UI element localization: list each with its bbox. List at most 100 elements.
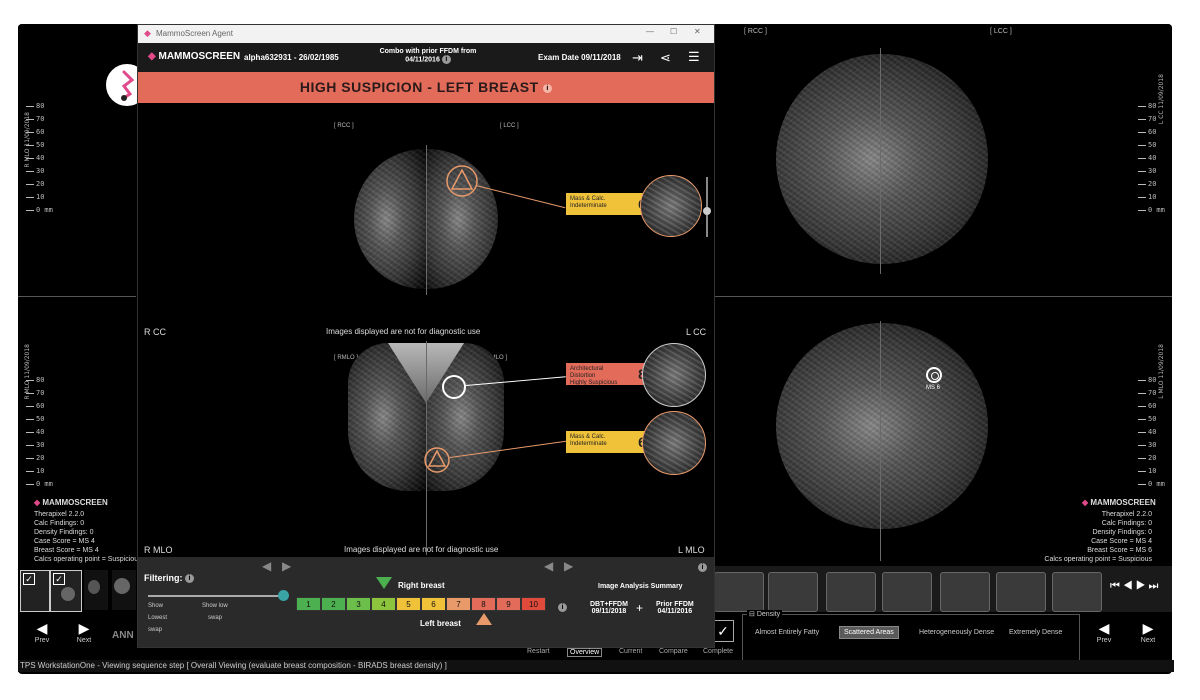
ruler-tick [26,406,34,407]
maximize-button[interactable]: ☐ [670,27,677,36]
ruler-tick [1138,419,1146,420]
thumbnail-2[interactable]: ✓ [50,570,82,612]
ruler-tick [1138,158,1146,159]
ruler-label: 10 [36,467,45,475]
agent-bottom-panel: ◀ ▶ ◀ ▶ i Filtering: i Show Show low Low… [138,557,714,647]
tab-restart[interactable]: Restart [527,648,550,655]
right-breast-label: Right breast [398,581,445,590]
ruler-label: 60 [1148,402,1157,410]
thumbnail-2-check-icon[interactable]: ✓ [53,573,65,585]
prev-arrow-icon: ◀ [1098,620,1110,636]
playback-controls[interactable]: ⏮◀▶⏭ [1110,580,1161,593]
ruler-label: 80 [36,102,45,110]
zoom-slider[interactable] [703,177,711,237]
ruler-label: 80 [1148,376,1157,384]
tab-complete[interactable]: Complete [703,648,733,655]
ruler-tick [1138,197,1146,198]
hanging-protocol-5[interactable] [940,572,990,612]
hanging-protocol-3[interactable] [826,572,876,612]
ruler-label: 0 mm [1148,206,1165,214]
ruler-tick [1138,106,1146,107]
complete-check-icon[interactable]: ✓ [712,620,734,642]
ruler-label: 10 [1148,193,1157,201]
ruler-tick [1138,458,1146,459]
ruler-label: 0 mm [1148,480,1165,488]
cc-prev-arrow-icon[interactable]: ◀ [262,559,271,573]
ruler-tick [1138,380,1146,381]
hanging-protocol-2[interactable] [768,572,818,612]
ruler-label: 70 [1148,115,1157,123]
scale-cell-2: 2 [321,597,346,611]
mlo-next-arrow-icon[interactable]: ▶ [564,559,573,573]
combo-info-icon[interactable]: i [441,55,451,64]
minimize-button[interactable]: — [646,27,654,36]
cc-next-arrow-icon[interactable]: ▶ [282,559,291,573]
agent-logo: ◆ MAMMOSCREEN [148,51,241,62]
density-option-extremely[interactable]: Extremely Dense [1009,629,1062,636]
share-icon[interactable]: ⋖ [660,50,671,66]
ruler-tick [26,171,34,172]
mlo-finding-marker-1[interactable] [442,375,466,399]
density-option-fatty[interactable]: Almost Entirely Fatty [755,629,819,636]
density-option-heterogeneous[interactable]: Heterogeneously Dense [919,629,994,636]
mlo-finding-marker-2[interactable] [422,445,452,475]
ruler-label: 10 [1148,467,1157,475]
left-breast-label: Left breast [420,619,461,628]
ruler-tick [26,432,34,433]
ms6-marker[interactable] [926,367,942,383]
panel-info-icon[interactable]: i [698,559,707,577]
right-top-viewport[interactable]: [ RCC ] [ LCC ] [714,24,1172,294]
scale-cell-6: 6 [421,597,446,611]
tab-current[interactable]: Current [619,648,642,655]
menu-icon[interactable]: ☰ [688,49,700,65]
density-option-scattered[interactable]: Scattered Areas [839,626,899,639]
ruler-tick [1138,145,1146,146]
ann-label: ANN [112,630,134,641]
filter-slider-handle[interactable] [278,590,289,601]
hanging-protocol-6[interactable] [996,572,1046,612]
right-next-button[interactable]: ▶ Next [1136,620,1160,654]
ruler-label: 70 [36,389,45,397]
thumbnail-1[interactable]: ✓ [20,570,50,612]
tab-compare[interactable]: Compare [659,648,688,655]
hanging-protocol-4[interactable] [882,572,932,612]
collapse-icon[interactable]: ⊟ [749,611,755,618]
filtering-info-icon[interactable]: i [185,574,195,584]
thumbnail-3[interactable] [84,570,108,610]
right-bottom-breast-divider [880,321,881,561]
hanging-protocol-7[interactable] [1052,572,1102,612]
scale-cell-8: 8 [471,597,496,611]
mlo-prev-arrow-icon[interactable]: ◀ [544,559,553,573]
right-top-marker-r: [ LCC ] [990,28,1012,35]
cc-finding-marker[interactable] [444,163,480,199]
mlo-zoom-circle-1[interactable] [642,343,706,407]
filtering-label: Filtering: i [144,573,195,584]
thumbnail-4[interactable] [112,570,136,610]
left-next-button[interactable]: ▶ Next [72,620,96,654]
filter-slider[interactable] [148,590,289,601]
scale-cell-1: 1 [296,597,321,611]
ruler-label: 50 [1148,141,1157,149]
status-bar: TPS WorkstationOne - Viewing sequence st… [18,660,1174,672]
right-top-marker-l: [ RCC ] [744,28,767,35]
exam-date: Exam Date 09/11/2018 [538,53,621,62]
left-prev-button[interactable]: ◀ Prev [30,620,54,654]
thumbnail-1-check-icon[interactable]: ✓ [23,573,35,585]
thumbnail-4-breast-icon [114,578,130,594]
cc-zoom-circle[interactable] [640,175,702,237]
ruler-tick [1138,184,1146,185]
mlo-zoom-circle-2[interactable] [642,411,706,475]
alert-info-icon[interactable]: i [543,83,553,93]
ruler-label: 30 [1148,167,1157,175]
ruler-tick [1138,471,1146,472]
export-icon[interactable]: ⇥ [632,50,643,66]
ruler-label: 40 [36,154,45,162]
summary-title: Image Analysis Summary [598,583,683,590]
left-mammo-logo: ◆ MAMMOSCREEN [34,498,108,507]
right-prev-button[interactable]: ◀ Prev [1092,620,1116,654]
scale-info-icon[interactable]: i [558,599,567,617]
close-button[interactable]: ✕ [694,27,701,36]
hanging-protocol-1[interactable] [714,572,764,612]
density-title: ⊟ Density [747,610,783,618]
tab-overview[interactable]: Overview [567,648,603,657]
